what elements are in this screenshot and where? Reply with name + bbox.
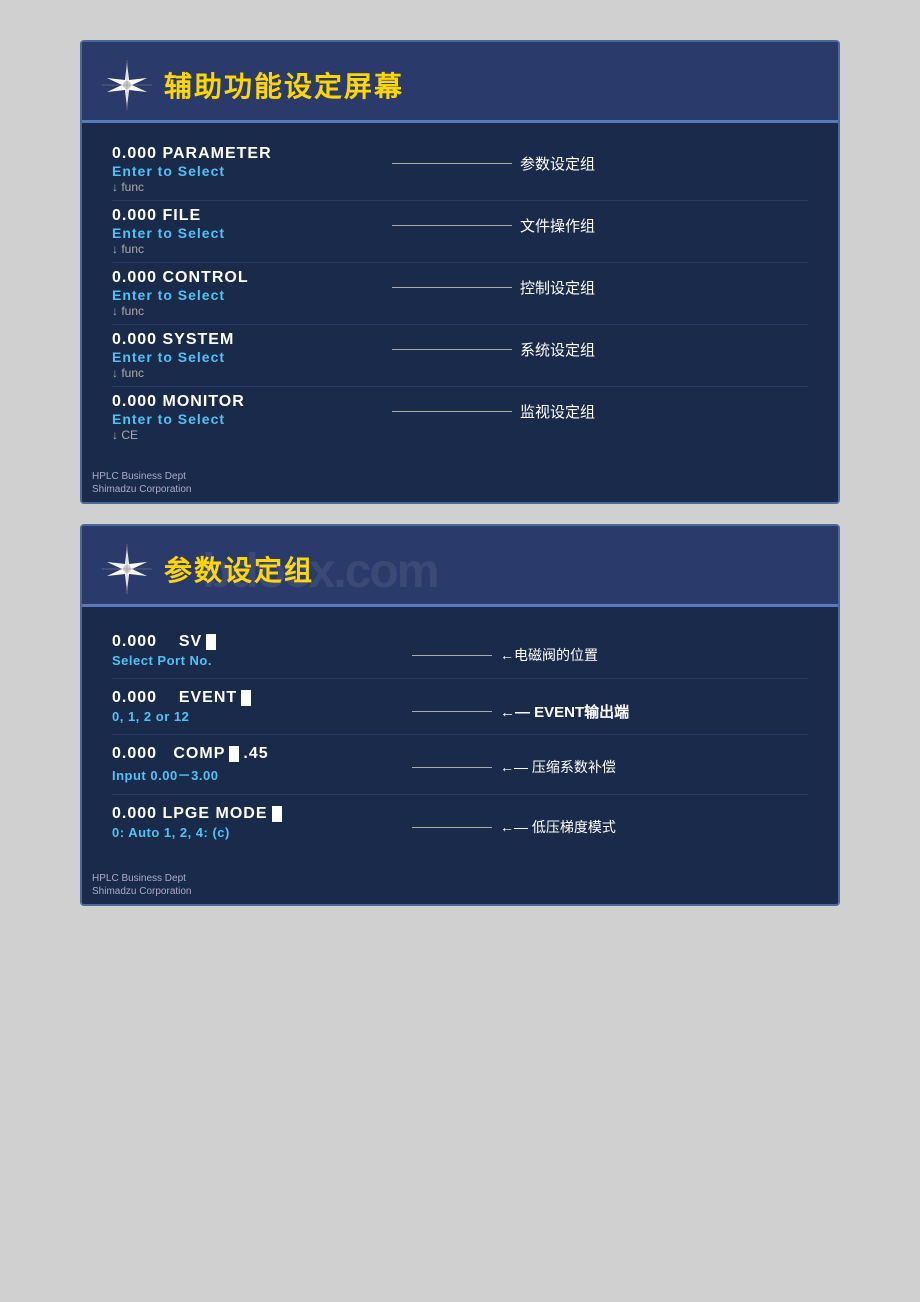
parameter-arrow: 参数设定组: [392, 153, 808, 174]
sv-label: ←电磁阀的位置: [500, 645, 598, 665]
panel1: 辅助功能设定屏幕 0.000 PARAMETER Enter to Select…: [80, 40, 840, 504]
lpge-sub-line: 0: Auto 1, 2, 4: (c): [112, 825, 412, 840]
menu-item-system: 0.000 SYSTEM Enter to Select ↓ func 系统设定…: [112, 325, 808, 387]
parameter-value: 0.000 PARAMETER: [112, 145, 392, 163]
sv-value-text: 0.000 SV: [112, 633, 202, 651]
system-func: ↓ func: [112, 366, 392, 380]
panel1-footer2: Shimadzu Corporation: [92, 483, 828, 496]
param-left-comp: 0.000 COMP .45 Input 0.00－3.00: [112, 745, 412, 784]
param-left-sv: 0.000 SV Select Port No.: [112, 633, 412, 668]
comp-value-text: 0.000 COMP: [112, 745, 225, 763]
control-value: 0.000 CONTROL: [112, 269, 392, 287]
comp-label: ←— 压缩系数补偿: [500, 757, 616, 777]
panel1-footer: HPLC Business Dept Shimadzu Corporation: [82, 464, 838, 502]
control-func: ↓ func: [112, 304, 392, 318]
comp-arrow: ←— 压缩系数补偿: [412, 757, 616, 777]
sv-horiz: [412, 655, 492, 656]
menu-left-control: 0.000 CONTROL Enter to Select ↓ func: [112, 269, 392, 318]
file-arrow: 文件操作组: [392, 215, 808, 236]
panel2: 参数设定组 bdocx.com 0.000 SV Select Port No.…: [80, 524, 840, 906]
sv-sub-line: Select Port No.: [112, 653, 412, 668]
lpge-cursor: [272, 806, 282, 822]
param-left-event: 0.000 EVENT 0, 1, 2 or 12: [112, 689, 412, 724]
param-item-lpge: 0.000 LPGE MODE 0: Auto 1, 2, 4: (c) ←— …: [112, 795, 808, 850]
event-arrow: ←— EVENT输出端: [412, 701, 629, 722]
monitor-horiz-line: [392, 411, 512, 412]
parameter-horiz-line: [392, 163, 512, 164]
file-func: ↓ func: [112, 242, 392, 256]
system-label: 系统设定组: [520, 339, 595, 360]
system-value: 0.000 SYSTEM: [112, 331, 392, 349]
lpge-label: ←— 低压梯度模式: [500, 817, 616, 837]
control-arrow: 控制设定组: [392, 277, 808, 298]
file-horiz-line: [392, 225, 512, 226]
comp-suffix: .45: [243, 745, 268, 763]
star-icon-2: [102, 544, 152, 594]
menu-item-monitor: 0.000 MONITOR Enter to Select ↓ CE 监视设定组: [112, 387, 808, 448]
lpge-arrow: ←— 低压梯度模式: [412, 817, 616, 837]
panel1-header: 辅助功能设定屏幕: [82, 42, 838, 123]
param-item-comp: 0.000 COMP .45 Input 0.00－3.00 ←— 压缩系数补偿: [112, 735, 808, 795]
panel2-body: 0.000 SV Select Port No. ←电磁阀的位置 0.000 E…: [82, 607, 838, 866]
control-select: Enter to Select: [112, 287, 392, 303]
lpge-horiz: [412, 827, 492, 828]
menu-left-parameter: 0.000 PARAMETER Enter to Select ↓ func: [112, 145, 392, 194]
system-horiz-line: [392, 349, 512, 350]
panel2-footer1: HPLC Business Dept: [92, 872, 828, 885]
system-arrow: 系统设定组: [392, 339, 808, 360]
panel2-title: 参数设定组: [164, 549, 314, 589]
lpge-value-line: 0.000 LPGE MODE: [112, 805, 412, 823]
comp-sub-line: Input 0.00－3.00: [112, 765, 412, 784]
comp-value-line: 0.000 COMP .45: [112, 745, 412, 763]
menu-item-parameter: 0.000 PARAMETER Enter to Select ↓ func 参…: [112, 139, 808, 201]
monitor-label: 监视设定组: [520, 401, 595, 422]
event-value-line: 0.000 EVENT: [112, 689, 412, 707]
sv-cursor: [206, 634, 216, 650]
monitor-value: 0.000 MONITOR: [112, 393, 392, 411]
event-value-text: 0.000 EVENT: [112, 689, 237, 707]
parameter-select: Enter to Select: [112, 163, 392, 179]
param-item-sv: 0.000 SV Select Port No. ←电磁阀的位置: [112, 623, 808, 679]
parameter-func: ↓ func: [112, 180, 392, 194]
panel1-footer1: HPLC Business Dept: [92, 470, 828, 483]
lpge-value-text: 0.000 LPGE MODE: [112, 805, 268, 823]
param-item-event: 0.000 EVENT 0, 1, 2 or 12 ←— EVENT输出端: [112, 679, 808, 735]
sv-arrow: ←电磁阀的位置: [412, 645, 598, 665]
param-left-lpge: 0.000 LPGE MODE 0: Auto 1, 2, 4: (c): [112, 805, 412, 840]
parameter-label: 参数设定组: [520, 153, 595, 174]
menu-left-monitor: 0.000 MONITOR Enter to Select ↓ CE: [112, 393, 392, 442]
comp-horiz: [412, 767, 492, 768]
monitor-func: ↓ CE: [112, 428, 392, 442]
star-icon: [102, 60, 152, 110]
system-select: Enter to Select: [112, 349, 392, 365]
menu-item-control: 0.000 CONTROL Enter to Select ↓ func 控制设…: [112, 263, 808, 325]
event-horiz: [412, 711, 492, 712]
file-value: 0.000 FILE: [112, 207, 392, 225]
event-sub-line: 0, 1, 2 or 12: [112, 709, 412, 724]
sv-value-line: 0.000 SV: [112, 633, 412, 651]
control-label: 控制设定组: [520, 277, 595, 298]
menu-left-system: 0.000 SYSTEM Enter to Select ↓ func: [112, 331, 392, 380]
control-horiz-line: [392, 287, 512, 288]
file-label: 文件操作组: [520, 215, 595, 236]
panel1-title: 辅助功能设定屏幕: [164, 65, 404, 105]
panel2-footer: HPLC Business Dept Shimadzu Corporation: [82, 866, 838, 904]
monitor-select: Enter to Select: [112, 411, 392, 427]
panel2-footer2: Shimadzu Corporation: [92, 885, 828, 898]
panel2-header: 参数设定组 bdocx.com: [82, 526, 838, 607]
comp-cursor: [229, 746, 239, 762]
panel1-body: 0.000 PARAMETER Enter to Select ↓ func 参…: [82, 123, 838, 464]
file-select: Enter to Select: [112, 225, 392, 241]
monitor-arrow: 监视设定组: [392, 401, 808, 422]
event-label: ←— EVENT输出端: [500, 701, 629, 722]
menu-left-file: 0.000 FILE Enter to Select ↓ func: [112, 207, 392, 256]
menu-item-file: 0.000 FILE Enter to Select ↓ func 文件操作组: [112, 201, 808, 263]
event-cursor: [241, 690, 251, 706]
